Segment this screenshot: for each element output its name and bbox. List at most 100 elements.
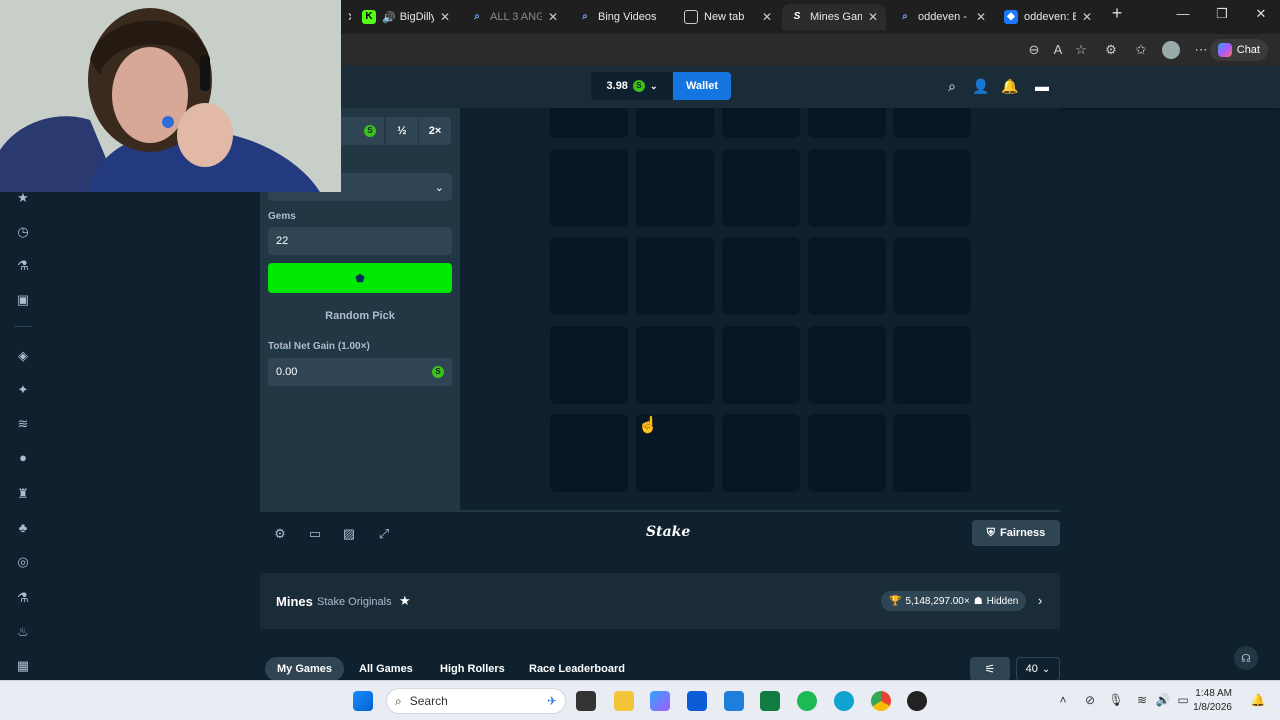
chat-icon[interactable]: ▬	[1033, 78, 1051, 94]
mine-tile[interactable]	[636, 237, 714, 315]
mine-tile[interactable]	[722, 414, 800, 492]
copilot-chat-button[interactable]: Chat	[1209, 39, 1268, 61]
bet-amount-input[interactable]: S	[340, 117, 384, 145]
restore-icon[interactable]: ❐	[1207, 6, 1237, 22]
mine-tile[interactable]	[808, 326, 886, 404]
wifi-icon[interactable]: ≋	[1134, 693, 1150, 707]
random-pick-button[interactable]: Random Pick	[268, 303, 452, 329]
spotify-icon[interactable]	[797, 691, 817, 711]
double-bet-button[interactable]: 2×	[419, 117, 451, 145]
originals-icon[interactable]: ◈	[14, 348, 32, 364]
mine-tile[interactable]	[893, 237, 971, 315]
challenges-icon[interactable]: ⚗	[14, 258, 32, 274]
mine-tile[interactable]	[893, 414, 971, 492]
battery-icon[interactable]: ▭	[1175, 693, 1191, 707]
mine-tile[interactable]	[893, 108, 971, 138]
zoom-icon[interactable]: ⊖	[1025, 42, 1043, 58]
half-bet-button[interactable]: ½	[386, 117, 418, 145]
recent-icon[interactable]: ◷	[14, 224, 32, 240]
tab-race-leaderboard[interactable]: Race Leaderboard	[517, 657, 637, 681]
top-win-badge[interactable]: 🏆 5,148,297.00× ☗ Hidden	[881, 591, 1027, 611]
edge-icon[interactable]	[834, 691, 854, 711]
wallet-button[interactable]: Wallet	[673, 72, 731, 100]
taskbar-search[interactable]: ⌕ Search ✈	[386, 688, 566, 714]
balance-selector[interactable]: 3.98 S ⌄	[591, 72, 673, 100]
game-subtitle[interactable]: Stake Originals	[317, 596, 392, 608]
slots-icon[interactable]: ≋	[14, 416, 32, 432]
microphone-icon[interactable]: 🎙	[1108, 693, 1124, 707]
bets-icon[interactable]: ▣	[14, 292, 32, 308]
browser-tab-new[interactable]: New tab ✕	[676, 4, 780, 30]
chevron-up-icon[interactable]: ˄	[1055, 693, 1071, 707]
mine-tile[interactable]	[636, 108, 714, 138]
popout-icon[interactable]: ⤢	[375, 526, 393, 542]
extensions-icon[interactable]: ⚙	[1102, 42, 1120, 58]
poker-icon[interactable]: ♣	[14, 520, 32, 535]
mine-tile[interactable]	[808, 414, 886, 492]
minimize-icon[interactable]: —	[1168, 6, 1198, 21]
app-icon[interactable]	[907, 691, 927, 711]
mine-tile[interactable]	[808, 108, 886, 138]
mine-tile[interactable]	[722, 108, 800, 138]
chrome-icon[interactable]	[871, 691, 891, 711]
per-page-select[interactable]: 40 ⌄	[1016, 657, 1060, 681]
notification-bell-icon[interactable]: 🔔	[1250, 693, 1266, 707]
mine-tile[interactable]	[808, 149, 886, 227]
browser-tab-oddeven-search[interactable]: ⌕ oddeven - Se ✕	[890, 4, 994, 30]
cashout-button[interactable]: ⬟	[268, 263, 452, 293]
profile-avatar[interactable]	[1162, 41, 1180, 59]
user-icon[interactable]: 👤	[972, 78, 990, 95]
more-icon[interactable]: ⋯	[1192, 42, 1210, 58]
browser-tab-mines[interactable]: S Mines Game ✕	[782, 4, 886, 30]
volume-icon[interactable]: 🔊	[1155, 693, 1171, 707]
browser-tab-partial[interactable]: ✕	[341, 4, 351, 30]
theatre-mode-icon[interactable]: ▭	[306, 526, 324, 542]
mine-tile[interactable]	[636, 326, 714, 404]
store-icon[interactable]	[687, 691, 707, 711]
live-casino-icon[interactable]: ♜	[14, 486, 32, 502]
close-icon[interactable]: ✕	[1082, 10, 1092, 24]
star-icon[interactable]: ★	[14, 190, 32, 206]
outlook-icon[interactable]	[724, 691, 744, 711]
mine-tile[interactable]	[893, 326, 971, 404]
settings-icon[interactable]: ⚙	[271, 526, 289, 542]
excel-icon[interactable]	[760, 691, 780, 711]
taskbar-clock[interactable]: 1:48 AM 1/8/2026	[1193, 687, 1232, 715]
fairness-button[interactable]: ⛨ Fairness	[972, 520, 1060, 546]
task-view-icon[interactable]	[576, 691, 596, 711]
roulette-icon[interactable]: ◎	[14, 554, 32, 570]
copilot-icon[interactable]	[650, 691, 670, 711]
mine-tile[interactable]	[722, 326, 800, 404]
mine-tile[interactable]	[722, 149, 800, 227]
support-headset-icon[interactable]: ☊	[1234, 646, 1258, 670]
new-tab-button[interactable]: +	[1102, 3, 1132, 24]
tab-my-games[interactable]: My Games	[265, 657, 345, 681]
mine-tile[interactable]	[550, 414, 628, 492]
mine-tile[interactable]	[550, 237, 628, 315]
game-shows-icon[interactable]: ♨	[14, 624, 32, 640]
filter-icon[interactable]: ⚟	[970, 657, 1010, 681]
browser-tab-search-angles[interactable]: ⌕ ALL 3 ANGLI ✕	[462, 4, 566, 30]
notifications-icon[interactable]: 🔔	[1001, 78, 1019, 95]
close-icon[interactable]: ✕	[440, 10, 450, 24]
read-aloud-icon[interactable]: A	[1049, 42, 1067, 57]
close-icon[interactable]: ✕	[347, 10, 351, 24]
window-close-icon[interactable]: ✕	[1246, 6, 1276, 22]
close-icon[interactable]: ✕	[548, 10, 558, 24]
hot-icon[interactable]: ●	[14, 450, 32, 465]
search-icon[interactable]: ⌕	[943, 78, 961, 95]
mine-tile[interactable]	[550, 108, 628, 138]
favorite-star-icon[interactable]: ☆	[1072, 42, 1090, 58]
mine-tile[interactable]	[722, 237, 800, 315]
close-icon[interactable]: ✕	[868, 10, 878, 24]
mine-tile[interactable]	[550, 149, 628, 227]
favorite-star-icon[interactable]: ★	[399, 593, 411, 609]
close-icon[interactable]: ✕	[762, 10, 772, 24]
mine-tile[interactable]	[893, 149, 971, 227]
windows-start-icon[interactable]	[353, 691, 373, 711]
file-explorer-icon[interactable]	[614, 691, 634, 711]
speaker-icon[interactable]: 🔊	[382, 11, 396, 24]
mine-tile[interactable]	[636, 149, 714, 227]
browser-tab-oddeven-bit[interactable]: ◆ oddeven: Bit ✕	[996, 4, 1100, 30]
favorites-icon[interactable]: ✩	[1132, 42, 1150, 58]
